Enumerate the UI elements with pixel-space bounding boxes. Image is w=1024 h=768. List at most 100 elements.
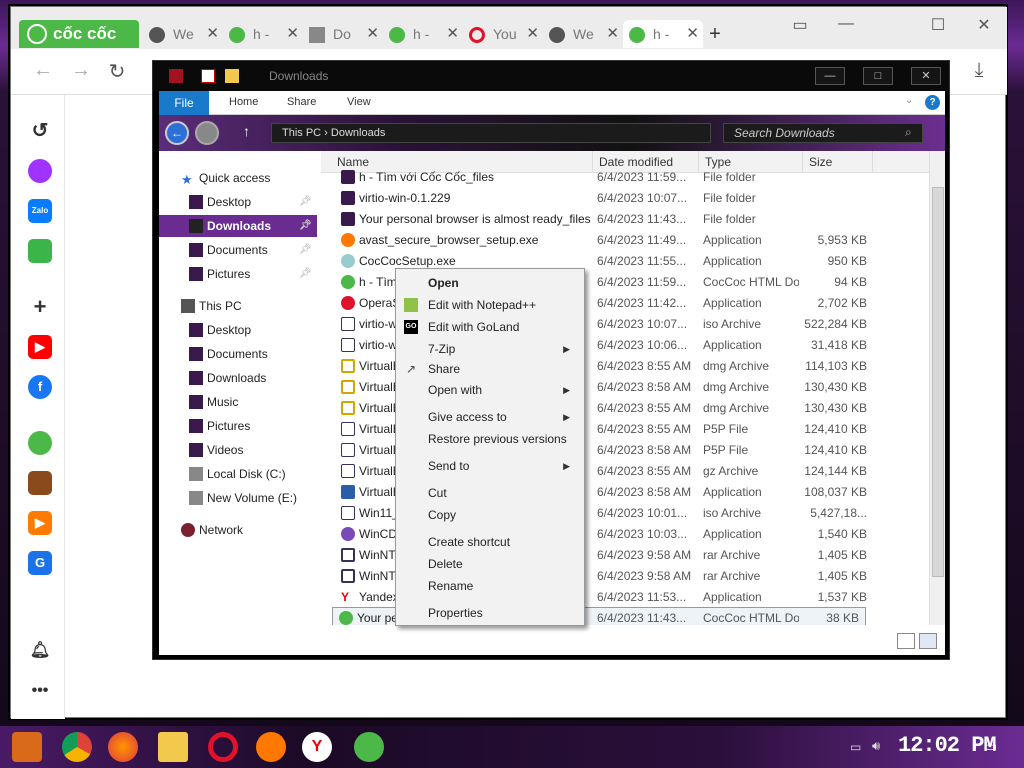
download-icon[interactable]: ⤓ <box>967 59 991 82</box>
new-tab-button[interactable]: + <box>703 20 727 48</box>
nav-pc-pictures[interactable]: Pictures <box>159 415 317 437</box>
close-button[interactable]: ✕ <box>969 15 999 35</box>
volume-icon[interactable]: 🔊︎ <box>872 738 880 754</box>
nav-network[interactable]: Network <box>159 519 317 541</box>
nav-desktop[interactable]: Desktop 📌︎ <box>159 191 317 213</box>
screenshot-icon[interactable]: ▭ <box>785 15 815 35</box>
search-input[interactable]: Search Downloads <box>723 123 923 143</box>
add-icon[interactable]: + <box>28 295 52 319</box>
close-icon[interactable]: ✕ <box>446 20 459 48</box>
large-icons-view-icon[interactable] <box>919 633 937 649</box>
folder-icon[interactable] <box>225 69 239 83</box>
chrome-icon[interactable] <box>62 732 92 762</box>
more-icon[interactable]: ••• <box>28 679 52 703</box>
reload-icon[interactable]: ↻ <box>105 59 129 84</box>
menu-item-edit-goland[interactable]: GO Edit with GoLand <box>398 316 582 338</box>
browser-brand[interactable]: cốc cốc <box>19 20 139 48</box>
menu-item-delete[interactable]: Delete <box>398 553 582 575</box>
nav-pc-videos[interactable]: Videos <box>159 439 317 461</box>
nav-this-pc[interactable]: This PC <box>159 295 317 317</box>
close-icon[interactable]: ✕ <box>606 20 619 48</box>
file-row[interactable]: avast_secure_browser_setup.exe 6/4/2023 1… <box>321 230 929 251</box>
nav-pc-documents[interactable]: Documents <box>159 343 317 365</box>
tab-file[interactable]: File <box>159 91 209 115</box>
close-icon[interactable]: ✕ <box>206 20 219 48</box>
menu-item-rename[interactable]: Rename <box>398 575 582 597</box>
menu-item-create-shortcut[interactable]: Create shortcut <box>398 531 582 553</box>
up-arrow-icon[interactable]: ↑ <box>243 123 250 139</box>
menu-item-open-with[interactable]: Open with ▶ <box>398 379 582 401</box>
chevron-down-icon[interactable]: ⌄ <box>905 95 913 106</box>
firefox-icon[interactable] <box>108 732 138 762</box>
browser-tab[interactable]: You ✕ <box>463 20 543 48</box>
file-row[interactable]: virtio-win-0.1.229 6/4/2023 10:07... File … <box>321 188 929 209</box>
nav-pictures[interactable]: Pictures 📌︎ <box>159 263 317 285</box>
close-icon[interactable]: ✕ <box>366 20 379 48</box>
nav-documents[interactable]: Documents 📌︎ <box>159 239 317 261</box>
explorer-maximize-button[interactable]: □ <box>863 67 893 85</box>
close-icon[interactable]: ✕ <box>526 20 539 48</box>
menu-item-open[interactable]: Open <box>398 272 582 294</box>
browser-tab[interactable]: We ✕ <box>143 20 223 48</box>
opera-icon[interactable] <box>208 732 238 762</box>
close-icon[interactable]: ✕ <box>286 20 299 48</box>
address-box[interactable]: This PC › Downloads <box>271 123 711 143</box>
file-row[interactable]: h - Tìm với Cốc Cốc_files 6/4/2023 11:59.… <box>321 167 929 188</box>
app-g-icon[interactable]: G <box>28 551 52 575</box>
menu-item-edit-notepadpp[interactable]: Edit with Notepad++ <box>398 294 582 316</box>
menu-item-give-access[interactable]: Give access to ▶ <box>398 406 582 428</box>
menu-item-cut[interactable]: Cut <box>398 482 582 504</box>
avast-icon[interactable] <box>256 732 286 762</box>
file-row[interactable]: Your personal browser is almost ready_fi… <box>321 209 929 230</box>
nav-local-disk-c[interactable]: Local Disk (C:) <box>159 463 317 485</box>
scrollbar-thumb[interactable] <box>932 187 944 577</box>
tab-view[interactable]: View <box>347 96 371 108</box>
zalo-icon[interactable]: Zalo <box>28 199 52 223</box>
history-icon[interactable]: ↺ <box>28 119 52 143</box>
network-tray-icon[interactable]: ▭ <box>850 740 861 754</box>
nav-pc-downloads[interactable]: Downloads <box>159 367 317 389</box>
forward-icon[interactable]: → <box>69 59 93 82</box>
player-icon[interactable]: ▶ <box>28 511 52 535</box>
nav-pc-music[interactable]: Music <box>159 391 317 413</box>
nav-new-volume-e[interactable]: New Volume (E:) <box>159 487 317 509</box>
yandex-icon[interactable]: Y <box>302 732 332 762</box>
forward-arrow-icon[interactable] <box>195 121 219 145</box>
youtube-icon[interactable]: ▶ <box>28 335 52 359</box>
tab-share[interactable]: Share <box>287 96 316 108</box>
details-view-icon[interactable] <box>897 633 915 649</box>
start-icon[interactable] <box>12 732 42 762</box>
explorer-minimize-button[interactable]: — <box>815 67 845 85</box>
maximize-button[interactable]: ☐ <box>923 15 953 35</box>
browser-tab[interactable]: Do ✕ <box>303 20 383 48</box>
game-icon[interactable] <box>28 239 52 263</box>
tab-home[interactable]: Home <box>229 96 258 108</box>
browser-tab[interactable]: h - ✕ <box>223 20 303 48</box>
close-icon[interactable]: ✕ <box>686 20 699 48</box>
game-app-icon[interactable] <box>28 471 52 495</box>
menu-item-7zip[interactable]: 7-Zip ▶ <box>398 338 582 360</box>
menu-item-copy[interactable]: Copy <box>398 504 582 526</box>
menu-item-restore-versions[interactable]: Restore previous versions <box>398 428 582 450</box>
nav-quick-access[interactable]: ★ Quick access <box>159 167 317 189</box>
nav-pc-desktop[interactable]: Desktop <box>159 319 317 341</box>
browser-tab[interactable]: We ✕ <box>543 20 623 48</box>
back-arrow-icon[interactable]: ← <box>165 121 189 145</box>
file-explorer-icon[interactable] <box>158 732 188 762</box>
help-icon[interactable]: ? <box>925 95 940 110</box>
menu-item-properties[interactable]: Properties <box>398 602 582 624</box>
messenger-icon[interactable] <box>28 159 52 183</box>
vertical-scrollbar[interactable] <box>929 151 945 625</box>
menu-item-send-to[interactable]: Send to ▶ <box>398 455 582 477</box>
minimize-button[interactable]: — <box>831 15 861 33</box>
bell-icon[interactable]: 🔔︎ <box>28 639 52 663</box>
browser-tab-active[interactable]: h - ✕ <box>623 20 703 48</box>
taskbar-clock[interactable]: 12:02 PM <box>898 733 997 758</box>
browser-tab[interactable]: h - ✕ <box>383 20 463 48</box>
properties-icon[interactable] <box>201 69 215 83</box>
facebook-icon[interactable]: f <box>28 375 52 399</box>
explorer-close-button[interactable]: ✕ <box>911 67 941 85</box>
coccoc-icon[interactable] <box>28 431 52 455</box>
menu-item-share[interactable]: ↗ Share <box>398 358 582 380</box>
nav-downloads[interactable]: Downloads 📌︎ <box>159 215 317 237</box>
